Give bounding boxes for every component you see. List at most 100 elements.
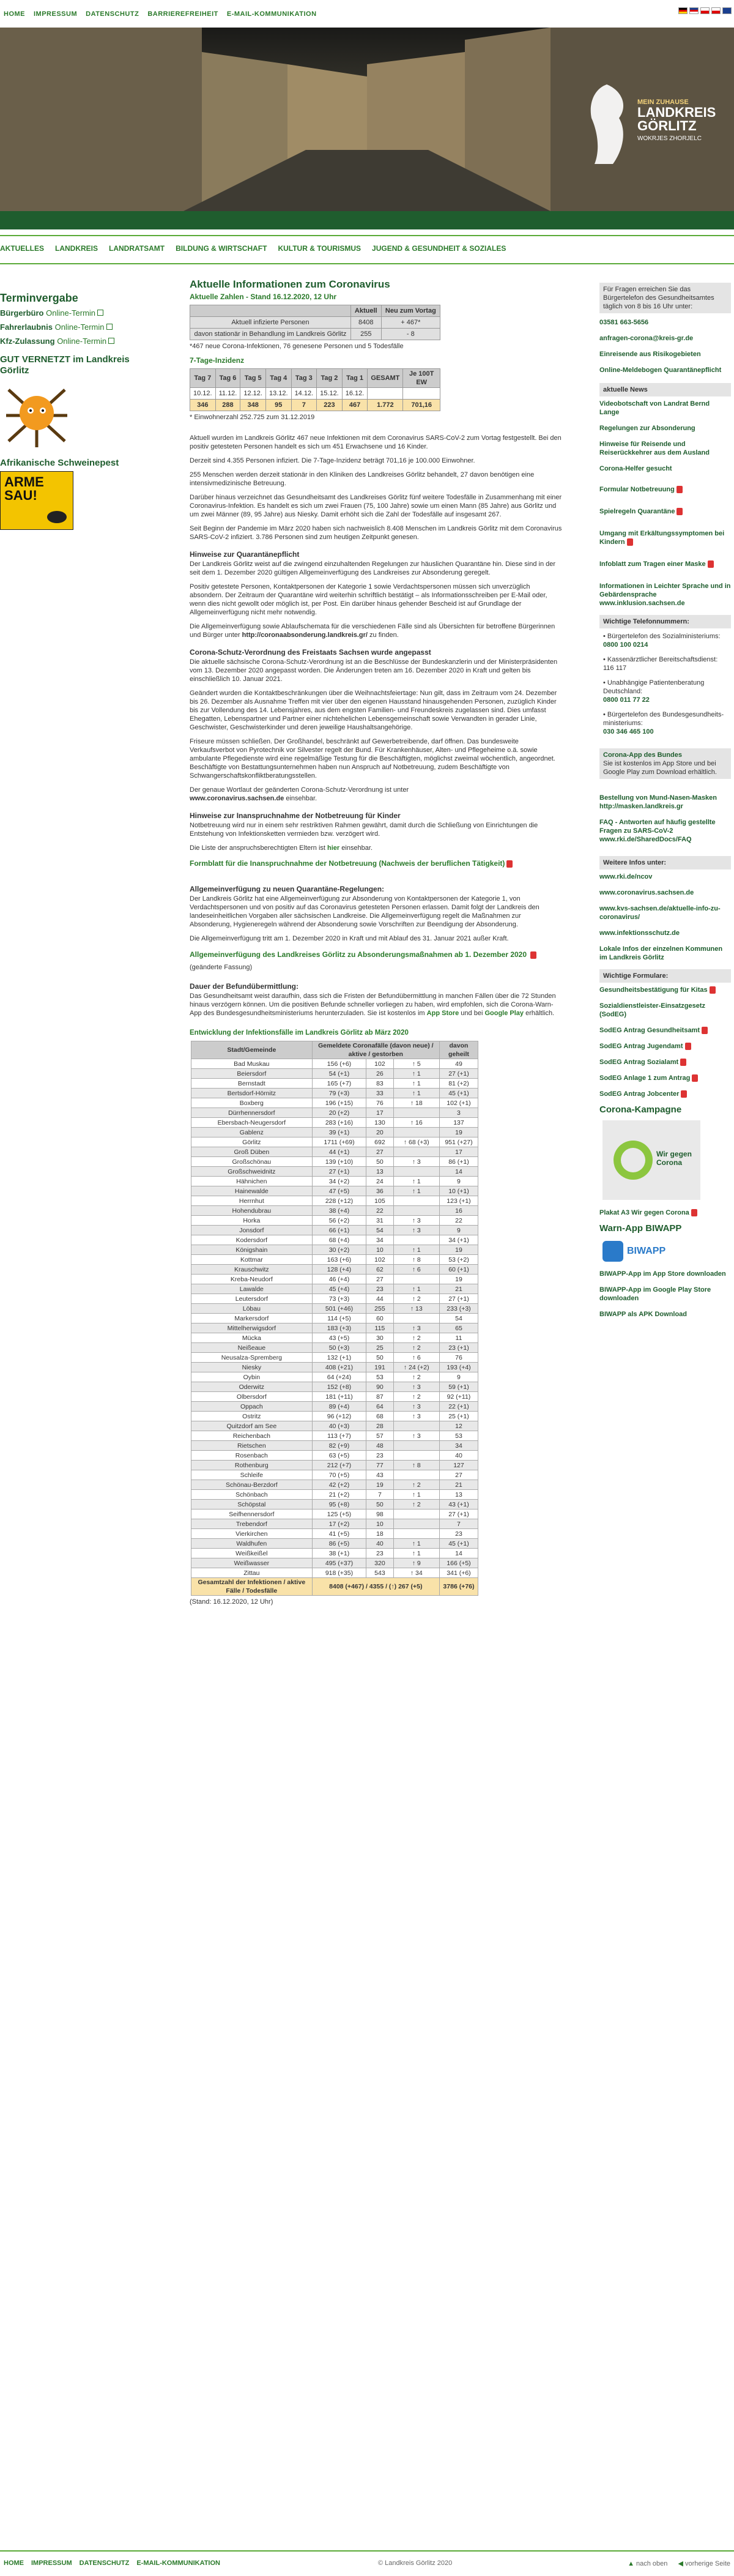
hier-link[interactable]: hier — [327, 844, 339, 852]
link-videobotschaft[interactable]: Videobotschaft von Landrat Bernd Lange — [599, 400, 731, 417]
link-sodeg[interactable]: Sozialdienstleister-Einsatzgesetz (SodEG… — [599, 1002, 731, 1019]
nav-landratsamt[interactable]: LANDRATSAMT — [109, 244, 165, 256]
flag-en-icon[interactable] — [722, 7, 732, 14]
link-kfz[interactable]: Kfz-Zulassung Online-Termin — [0, 337, 135, 346]
table-cell: Rothenburg — [191, 1460, 313, 1470]
table-cell: 191 — [366, 1362, 394, 1372]
table-cell: ↑ 2 — [393, 1499, 440, 1509]
table-cell: 918 (+35) — [311, 1568, 367, 1578]
table-cell: Trebendorf — [191, 1519, 313, 1529]
table-cell: 692 — [366, 1137, 394, 1147]
link-faq[interactable]: FAQ - Antworten auf häufig gestellte Fra… — [599, 818, 731, 844]
table-cell: Beiersdorf — [191, 1068, 313, 1079]
formblatt-link[interactable]: Formblatt für die Inanspruchnahme der No… — [190, 858, 563, 869]
nav-aktuelles[interactable]: AKTUELLES — [0, 244, 44, 256]
footer-home[interactable]: HOME — [4, 2559, 24, 2567]
table-row: Oderwitz 152 (+8) 90 ↑ 3 59 (+1) — [191, 1382, 479, 1392]
flag-de-icon[interactable] — [678, 7, 688, 14]
table-row: Löbau 501 (+46) 255 ↑ 13 233 (+3) — [191, 1303, 479, 1314]
pdf-icon — [707, 560, 714, 568]
flag-sorbian-icon[interactable] — [689, 7, 699, 14]
footer-impressum[interactable]: IMPRESSUM — [31, 2559, 72, 2567]
nav-jugend[interactable]: JUGEND & GESUNDHEIT & SOZIALES — [372, 244, 506, 256]
link-erkaeltung[interactable]: Umgang mit Erkältungssymptomen bei Kinde… — [599, 529, 731, 546]
table-cell: ↑ 2 — [393, 1294, 440, 1304]
link-kvs[interactable]: www.kvs-sachsen.de/aktuelle-info-zu-coro… — [599, 904, 731, 921]
top-link-barrierefreiheit[interactable]: BARRIEREFREIHEIT — [147, 10, 218, 18]
flag-pl-icon[interactable] — [700, 7, 710, 14]
table-cell: 68 (+4) — [311, 1235, 367, 1245]
coronavirus-sachsen-link[interactable]: www.coronavirus.sachsen.de — [190, 795, 284, 802]
top-link-impressum[interactable]: IMPRESSUM — [34, 10, 77, 18]
table-cell — [393, 1107, 440, 1118]
link-biwapp-apk[interactable]: BIWAPP als APK Download — [599, 1310, 731, 1319]
table-cell: 132 (+1) — [311, 1352, 367, 1363]
link-biwapp-appstore[interactable]: BIWAPP-App im App Store downloaden — [599, 1270, 731, 1278]
link-buergerbuero[interactable]: Bürgerbüro Online-Termin — [0, 308, 135, 318]
hotline-email[interactable]: anfragen-corona@kreis-gr.de — [599, 334, 731, 343]
table-cell: ↑ 3 — [393, 1215, 440, 1226]
vorherige-seite-link[interactable]: ◀ vorherige Seite — [678, 2560, 730, 2567]
link-spielregeln[interactable]: Spielregeln Quarantäne — [599, 507, 731, 516]
link-maske[interactable]: Infoblatt zum Tragen einer Maske — [599, 560, 731, 568]
table-row: Leutersdorf 73 (+3) 44 ↑ 2 27 (+1) — [191, 1294, 479, 1304]
link-sodeg-gesundheitsamt[interactable]: SodEG Antrag Gesundheitsamt — [599, 1026, 731, 1035]
link-sodeg-sozialamt[interactable]: SodEG Antrag Sozialamt — [599, 1058, 731, 1067]
nav-bildung[interactable]: BILDUNG & WIRTSCHAFT — [176, 244, 267, 256]
link-formular-notbetreuung[interactable]: Formular Notbetreuung — [599, 485, 731, 494]
link-masken[interactable]: Bestellung von Mund-Nasen-Masken http://… — [599, 794, 731, 811]
link-absonderung[interactable]: Regelungen zur Absonderung — [599, 424, 731, 433]
allgemeinverfuegung-link[interactable]: Allgemeinverfügung des Landkreises Görli… — [190, 948, 563, 973]
table-cell: 57 — [366, 1431, 394, 1441]
link-sodeg-jugendamt[interactable]: SodEG Antrag Jugendamt — [599, 1042, 731, 1051]
table-cell: 10 — [366, 1245, 394, 1255]
link-fahrerlaubnis[interactable]: Fahrerlaubnis Online-Termin — [0, 322, 135, 332]
table-cell: 212 (+7) — [311, 1460, 367, 1470]
network-virus-icon[interactable] — [0, 379, 73, 452]
link-meldebogen[interactable]: Online-Meldebogen Quarantänepflicht — [599, 366, 731, 374]
vernetzt-title[interactable]: GUT VERNETZT im Landkreis Görlitz — [0, 354, 135, 376]
table-row: Großschönau 139 (+10) 50 ↑ 3 86 (+1) — [191, 1156, 479, 1167]
wir-gegen-corona-image[interactable]: Wir gegen Corona — [602, 1120, 700, 1200]
link-sodeg-jobcenter[interactable]: SodEG Antrag Jobcenter — [599, 1090, 731, 1098]
table-cell: 63 (+5) — [311, 1450, 367, 1461]
footer-email[interactable]: E-MAIL-KOMMUNIKATION — [136, 2559, 220, 2567]
nav-kultur[interactable]: KULTUR & TOURISMUS — [278, 244, 361, 256]
footer-datenschutz[interactable]: DATENSCHUTZ — [80, 2559, 130, 2567]
link-biwapp-google[interactable]: BIWAPP-App im Google Play Store download… — [599, 1286, 731, 1303]
incidence-value-row: 346 288 348 95 7 223 467 1.772 701,16 — [190, 399, 440, 411]
table-cell: 36 — [366, 1186, 394, 1196]
link-plakat[interactable]: Plakat A3 Wir gegen Corona — [599, 1208, 731, 1217]
nav-landkreis[interactable]: LANDKREIS — [55, 244, 98, 256]
link-reisende[interactable]: Hinweise für Reisende und Reiserückkehre… — [599, 440, 731, 457]
link-sodeg-anlage[interactable]: SodEG Anlage 1 zum Antrag — [599, 1074, 731, 1082]
link-kitas[interactable]: Gesundheitsbestätigung für Kitas — [599, 986, 731, 994]
link-coronavirus-sachsen[interactable]: www.coronavirus.sachsen.de — [599, 888, 731, 897]
link-risikogebiete[interactable]: Einreisende aus Risikogebieten — [599, 350, 731, 359]
biwapp-logo[interactable]: BIWAPP — [602, 1239, 670, 1264]
google-play-link[interactable]: Google Play — [484, 1010, 524, 1017]
landkreis-logo[interactable]: MEIN ZUHAUSE LANDKREIS GÖRLITZ WOKRJES ZH… — [588, 63, 716, 173]
flag-cz-icon[interactable] — [711, 7, 721, 14]
arme-sau-sign[interactable]: ARME SAU! — [0, 471, 73, 530]
list-item: • Kassenärztlicher Bereitschaftsdienst: 1… — [603, 656, 718, 672]
app-store-link[interactable]: App Store — [427, 1010, 459, 1017]
link-infektionsschutz[interactable]: www.infektionsschutz.de — [599, 929, 731, 937]
schweinepest-title[interactable]: Afrikanische Schweinepest — [0, 458, 135, 469]
table-cell: 53 (+2) — [439, 1254, 479, 1265]
table-cell: 193 (+4) — [439, 1362, 479, 1372]
link-corona-helfer[interactable]: Corona-Helfer gesucht — [599, 464, 731, 473]
table-cell: 27 — [366, 1147, 394, 1157]
hotline-phone[interactable]: 03581 663-5656 — [599, 318, 731, 327]
link-rki[interactable]: www.rki.de/ncov — [599, 873, 731, 881]
link-leichte-sprache[interactable]: Informationen in Leichter Sprache und in… — [599, 582, 731, 608]
table-cell: 105 — [366, 1196, 394, 1206]
nach-oben-link[interactable]: ▲ nach oben — [628, 2560, 667, 2567]
top-link-email[interactable]: E-MAIL-KOMMUNIKATION — [227, 10, 317, 18]
table-cell: Markersdorf — [191, 1313, 313, 1323]
link-kommunen[interactable]: Lokale Infos der einzelnen Kommunen im L… — [599, 945, 731, 962]
top-link-datenschutz[interactable]: DATENSCHUTZ — [86, 10, 139, 18]
absonderung-link[interactable]: http://coronaabsonderung.landkreis.gr/ — [242, 631, 368, 639]
top-link-home[interactable]: HOME — [4, 10, 25, 18]
table-cell — [393, 1235, 440, 1245]
